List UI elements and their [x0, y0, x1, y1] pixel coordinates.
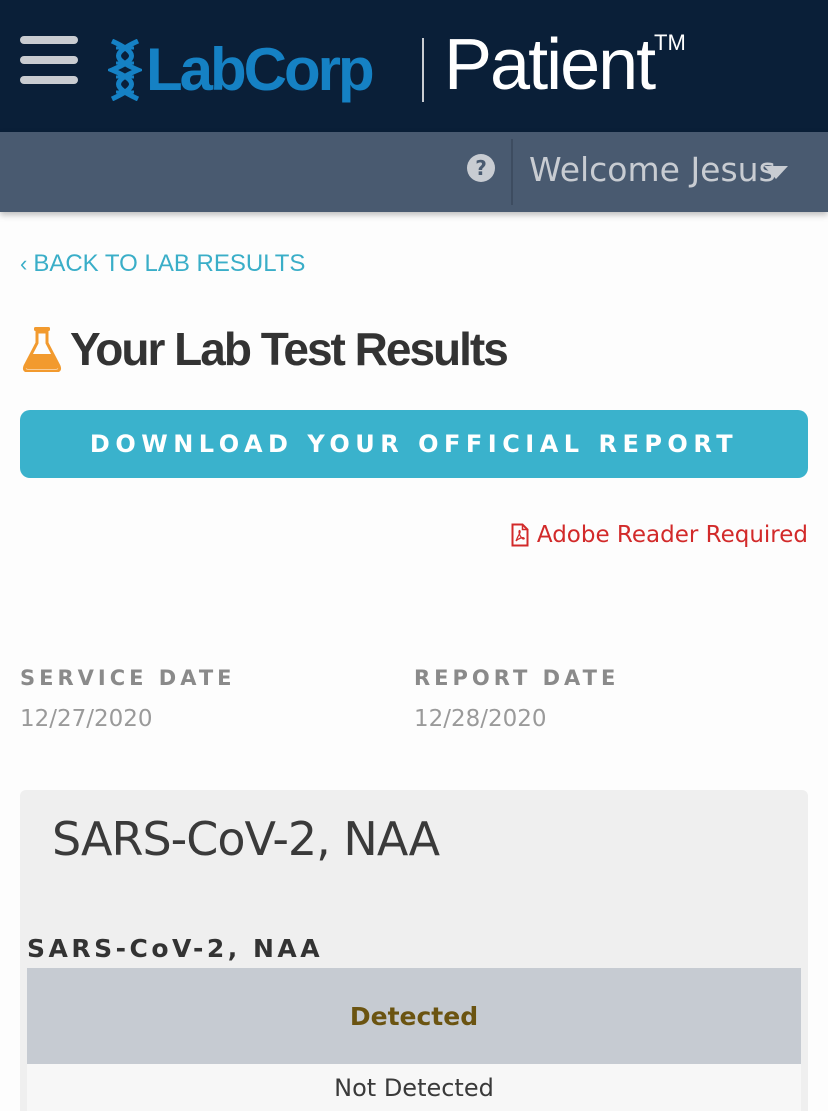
welcome-user-menu[interactable]: Welcome Jesus	[529, 150, 776, 189]
download-official-report-button[interactable]: DOWNLOAD YOUR OFFICIAL REPORT	[20, 410, 808, 478]
test-result-card: SARS-CoV-2, NAA SARS-CoV-2, NAA Detected…	[20, 790, 808, 1111]
top-header: LabCorp Patient TM	[0, 0, 828, 132]
product-name: Patient	[444, 25, 656, 105]
flask-icon	[22, 327, 62, 372]
pdf-file-icon	[511, 523, 529, 547]
reference-value: Not Detected	[334, 1073, 494, 1102]
labcorp-logo[interactable]: LabCorp	[108, 36, 375, 103]
user-bar-divider	[511, 139, 513, 205]
header-divider	[422, 38, 424, 102]
adobe-reader-required-link[interactable]: Adobe Reader Required	[511, 522, 808, 548]
report-date-value: 12/28/2020	[414, 706, 547, 732]
reference-range-row: Not Detected	[27, 1064, 801, 1111]
page-title: Your Lab Test Results	[70, 323, 509, 375]
back-link-label: BACK TO LAB RESULTS	[33, 250, 306, 277]
dna-helix-icon	[108, 39, 142, 101]
service-date-label: SERVICE DATE	[20, 666, 236, 690]
service-date-value: 12/27/2020	[20, 706, 153, 732]
question-circle-icon[interactable]: ?	[467, 154, 495, 182]
hamburger-menu-icon[interactable]	[20, 36, 78, 84]
report-date-label: REPORT DATE	[414, 666, 620, 690]
back-to-lab-results-link[interactable]: ‹ BACK TO LAB RESULTS	[20, 250, 305, 278]
test-name: SARS-CoV-2, NAA	[27, 934, 324, 963]
page-title-row: Your Lab Test Results	[22, 322, 509, 376]
chevron-left-icon: ‹	[20, 251, 28, 276]
brand-name: LabCorp	[146, 36, 375, 103]
result-panel-title: SARS-CoV-2, NAA	[52, 812, 440, 866]
result-value: Detected	[349, 1001, 479, 1031]
adobe-reader-label: Adobe Reader Required	[536, 522, 808, 548]
result-value-row: Detected	[27, 968, 801, 1064]
caret-down-icon[interactable]	[764, 166, 788, 179]
trademark-symbol: TM	[654, 30, 686, 55]
